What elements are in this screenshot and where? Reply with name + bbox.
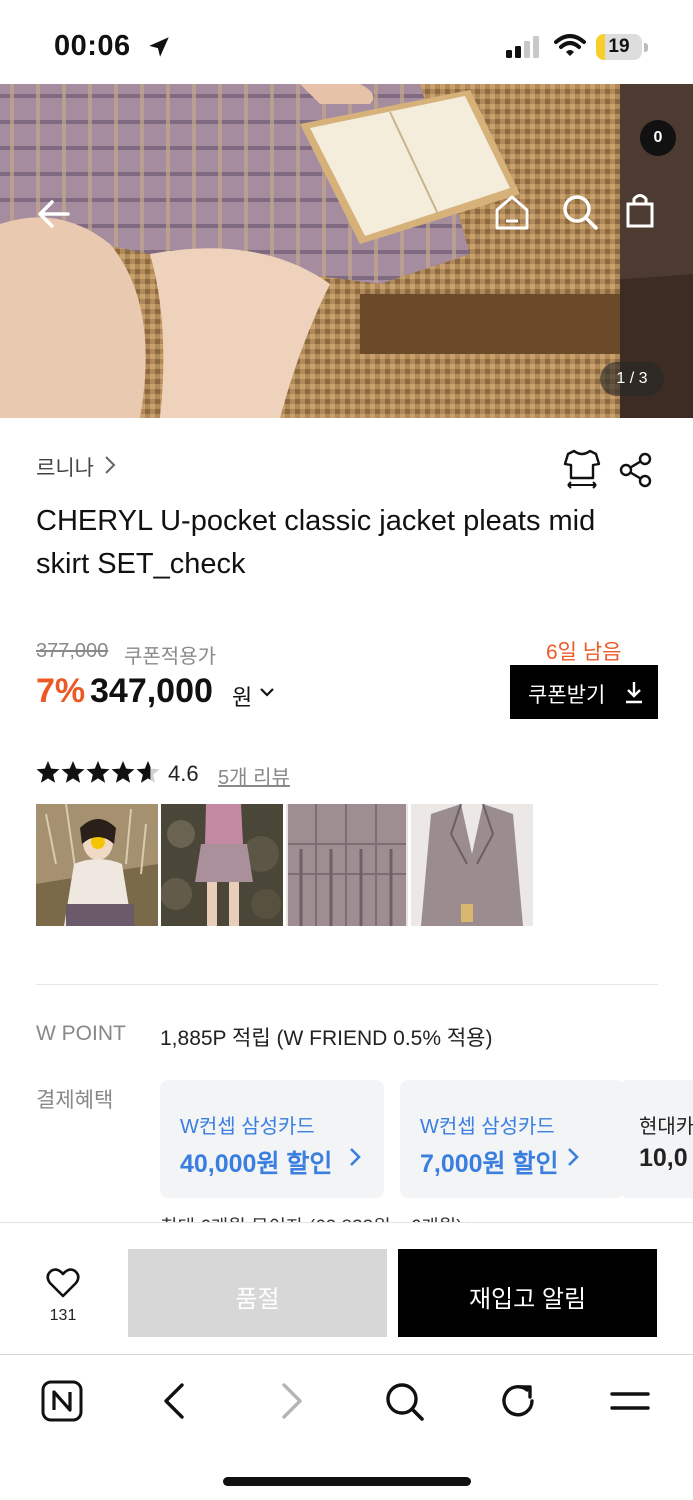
naver-home-icon[interactable] xyxy=(40,1379,84,1423)
review-photo-image xyxy=(286,804,408,926)
review-count-link[interactable]: 5개 리뷰 xyxy=(218,761,290,790)
card-discount: 7,000원 할인 xyxy=(420,1150,559,1178)
download-icon xyxy=(626,682,642,704)
card-benefit-samsung-40000[interactable]: W컨셉 삼성카드 40,000원 할인 xyxy=(160,1080,384,1198)
status-time: 00:06 xyxy=(54,30,131,62)
soldout-label: 품절 xyxy=(235,1286,280,1313)
restock-label: 재입고 알림 xyxy=(468,1286,587,1313)
star-icon xyxy=(86,761,110,783)
brand-name-link[interactable]: 르니나 xyxy=(36,452,94,482)
browser-search-icon[interactable] xyxy=(382,1379,426,1423)
home-indicator xyxy=(223,1477,471,1486)
star-rating xyxy=(36,761,160,783)
section-divider xyxy=(36,984,658,985)
card-benefit-samsung-7000[interactable]: W컨셉 삼성카드 7,000원 할인 xyxy=(400,1080,624,1198)
size-guide-icon[interactable] xyxy=(562,448,602,490)
cart-icon[interactable] xyxy=(622,190,662,230)
review-photo[interactable] xyxy=(161,804,283,926)
card-name: W컨셉 삼성카드 xyxy=(420,1116,555,1138)
browser-toolbar xyxy=(0,1354,693,1500)
purchase-action-bar: 131 품절 재입고 알림 xyxy=(0,1222,693,1354)
wpoint-value: 1,885P 적립 (W FRIEND 0.5% 적용) xyxy=(160,1027,493,1050)
browser-forward-icon xyxy=(282,1383,302,1419)
review-photo-image xyxy=(411,804,533,926)
star-icon xyxy=(111,761,135,783)
star-icon xyxy=(61,761,85,783)
product-photo xyxy=(0,84,693,418)
coupon-price-label: 쿠폰적용가 xyxy=(124,646,216,668)
discount-rate: 7% xyxy=(36,672,86,710)
product-title: CHERYL U-pocket classic jacket pleats mi… xyxy=(36,505,596,580)
cart-count-badge: 0 xyxy=(640,120,676,156)
card-discount: 40,000원 할인 xyxy=(180,1150,333,1178)
location-arrow-icon xyxy=(149,37,169,57)
review-photo-image xyxy=(36,804,158,926)
soldout-button[interactable]: 품절 xyxy=(128,1249,387,1337)
chevron-right-icon xyxy=(105,456,116,474)
payment-benefit-label: 결제혜택 xyxy=(36,1089,114,1112)
image-counter: 1 / 3 xyxy=(600,362,664,396)
share-icon[interactable] xyxy=(618,452,654,488)
chevron-down-icon[interactable] xyxy=(258,684,276,700)
cellular-signal-icon xyxy=(506,36,539,58)
like-count: 131 xyxy=(49,1307,77,1324)
rating-value: 4.6 xyxy=(168,761,199,786)
battery-tip xyxy=(644,43,648,52)
currency-unit: 원 xyxy=(232,685,253,710)
original-price: 377,000 xyxy=(36,640,109,662)
browser-back-icon[interactable] xyxy=(154,1379,198,1423)
review-photo[interactable] xyxy=(286,804,408,926)
menu-icon[interactable] xyxy=(608,1379,652,1423)
card-discount: 10,0 xyxy=(639,1144,688,1172)
wpoint-label: W POINT xyxy=(36,1022,126,1045)
star-icon xyxy=(36,761,60,783)
battery-body: 19 xyxy=(596,34,642,60)
restock-alert-button[interactable]: 재입고 알림 xyxy=(398,1249,657,1337)
chevron-right-icon xyxy=(350,1148,361,1166)
coupon-download-button[interactable]: 쿠폰받기 xyxy=(510,665,658,719)
chevron-right-icon xyxy=(568,1148,579,1166)
wifi-icon xyxy=(554,34,586,56)
status-bar: 00:06 19 xyxy=(0,0,693,84)
heart-icon[interactable] xyxy=(46,1267,80,1299)
sale-price: 347,000 xyxy=(90,672,213,710)
product-image-carousel[interactable]: 0 1 / 3 xyxy=(0,84,693,418)
card-name: 현대카 xyxy=(639,1116,693,1138)
review-photo[interactable] xyxy=(411,804,533,926)
battery-indicator: 19 xyxy=(596,34,648,60)
review-photo-image xyxy=(161,804,283,926)
coupon-button-label: 쿠폰받기 xyxy=(528,684,606,707)
back-arrow-icon[interactable] xyxy=(34,194,74,234)
battery-percentage: 19 xyxy=(608,36,630,57)
reload-icon[interactable] xyxy=(496,1379,540,1423)
review-photo[interactable] xyxy=(36,804,158,926)
card-name: W컨셉 삼성카드 xyxy=(180,1116,315,1138)
home-icon[interactable] xyxy=(492,192,532,232)
search-icon[interactable] xyxy=(560,192,600,232)
coupon-days-left: 6일 남음 xyxy=(546,641,622,664)
card-benefit-hyundai[interactable]: 현대카 10,0 xyxy=(619,1080,693,1198)
